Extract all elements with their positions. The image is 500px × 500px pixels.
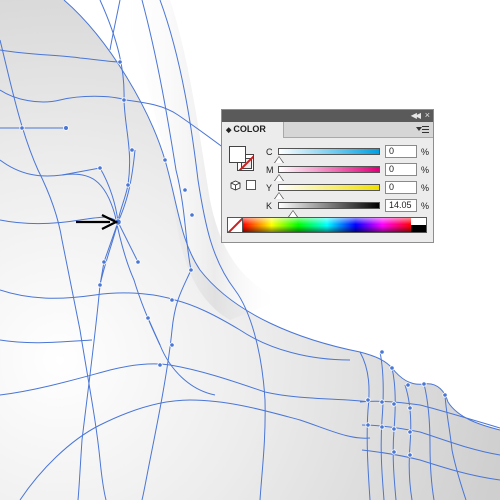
none-slash-icon	[228, 218, 242, 232]
panel-titlebar[interactable]: ◀◀ ×	[222, 110, 433, 122]
web-safe-swatch[interactable]	[246, 180, 256, 190]
none-swatch[interactable]	[228, 218, 243, 232]
cyan-slider-thumb[interactable]	[275, 157, 283, 163]
panel-menu-icon[interactable]	[416, 123, 430, 135]
white-swatch[interactable]	[411, 218, 426, 225]
black-unit: %	[421, 201, 430, 211]
magenta-value-field[interactable]: 0	[385, 163, 417, 176]
black-label: K	[266, 201, 273, 211]
cyan-unit: %	[421, 147, 430, 157]
cyan-slider[interactable]	[278, 148, 380, 155]
yellow-slider-thumb[interactable]	[275, 193, 283, 199]
cyan-value-field[interactable]: 0	[385, 145, 417, 158]
mesh-object[interactable]	[0, 0, 500, 500]
spectrum-ramp[interactable]	[243, 218, 411, 232]
tab-color[interactable]: ◆ COLOR	[222, 122, 284, 138]
color-panel: ◀◀ × ◆ COLOR C 0 % M 0 % Y 0 % K 14.05 %	[221, 109, 434, 243]
tab-color-label: COLOR	[233, 124, 266, 134]
fill-swatch[interactable]	[229, 146, 246, 163]
yellow-slider[interactable]	[278, 184, 380, 191]
tab-arrows-icon: ◆	[226, 127, 232, 134]
panel-tab-row: ◆ COLOR	[222, 122, 433, 138]
yellow-value-field[interactable]: 0	[385, 181, 417, 194]
magenta-unit: %	[421, 165, 430, 175]
black-slider[interactable]	[278, 202, 380, 209]
yellow-unit: %	[421, 183, 430, 193]
color-spectrum[interactable]	[227, 217, 427, 233]
black-value-field[interactable]: 14.05	[385, 199, 417, 212]
out-of-gamut-cube-icon[interactable]	[230, 180, 241, 191]
magenta-slider-thumb[interactable]	[275, 175, 283, 181]
close-icon[interactable]: ×	[425, 110, 430, 120]
black-swatch[interactable]	[411, 225, 426, 232]
artboard-canvas[interactable]	[0, 0, 500, 500]
double-chevron-left-icon[interactable]: ◀◀	[411, 111, 421, 120]
magenta-slider[interactable]	[278, 166, 380, 173]
